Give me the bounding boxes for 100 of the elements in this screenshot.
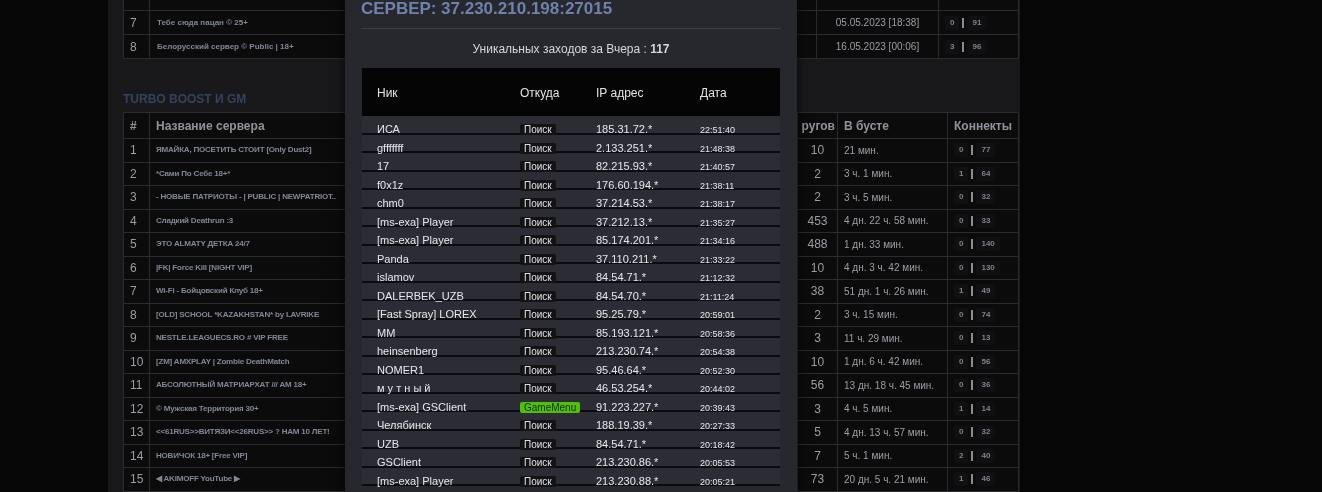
connect-count: 46	[976, 472, 996, 487]
connect-count: 0	[954, 331, 969, 346]
connect-count: 14	[976, 401, 996, 416]
player-nick: chm0	[377, 197, 404, 209]
player-nick: [ms-exa] Player	[377, 234, 454, 246]
source-tag: Поиск	[520, 327, 556, 339]
rounds-count: 73	[798, 468, 838, 492]
player-nick: DALERBEK_UZB	[377, 289, 464, 302]
rounds-count: 488	[798, 233, 838, 257]
visit-time: 20:05:53	[700, 458, 736, 468]
connect-count: 49	[976, 284, 996, 299]
ip-address: 213.230.86.*	[596, 456, 659, 468]
player-nick: Челябинск	[377, 419, 432, 431]
visit-time: 21:38:17	[700, 199, 736, 209]
ip-address: 188.19.39.*	[596, 419, 653, 431]
source-tag: Поиск	[520, 309, 556, 320]
connect-count: 1	[954, 284, 969, 299]
connect-count: 40	[976, 448, 996, 463]
connect-count: 2	[954, 448, 969, 463]
source-tag: Поиск	[520, 420, 556, 431]
visit-time: 21:33:22	[700, 254, 736, 265]
visit-time: 22:51:40	[700, 125, 736, 135]
column-header: Откуда	[520, 86, 560, 100]
visit-time: 21:35:27	[700, 217, 736, 228]
ip-address: 46.53.254.*	[596, 382, 653, 394]
player-nick: gfffffff	[377, 141, 404, 154]
row-number: 3	[124, 186, 150, 210]
source-tag: Поиск	[520, 253, 556, 265]
boost-duration: 21 мин.	[838, 139, 948, 163]
connect-count: 32	[976, 425, 996, 440]
boost-duration: 3 ч. 5 мин.	[838, 186, 948, 210]
connect-count: 0	[954, 425, 969, 440]
visit-time: 20:44:02	[700, 384, 736, 394]
visit-time: 20:27:33	[700, 421, 736, 431]
rounds-count: 10	[798, 139, 838, 163]
row-number: 13	[124, 421, 150, 445]
source-tag: Поиск	[520, 475, 556, 487]
boost-duration: 4 дн. 13 ч. 57 мин.	[838, 421, 948, 445]
ip-address: 95.46.64.*	[596, 363, 647, 376]
visit-time: 21:34:16	[700, 236, 736, 246]
source-tag: Поиск	[520, 364, 556, 376]
row-number: 5	[124, 233, 150, 257]
connect-count: 77	[976, 143, 996, 158]
ip-address: 185.31.72.*	[596, 123, 653, 135]
source-tag: Поиск	[520, 235, 556, 246]
connect-count: 0	[954, 237, 969, 252]
ip-address: 85.174.201.*	[596, 234, 659, 246]
visit-time: 21:40:57	[700, 162, 736, 172]
row-number: 9	[124, 327, 150, 351]
player-nick: islamov	[377, 271, 415, 283]
ip-address: 91.223.227.*	[596, 400, 659, 413]
column-header: Ник	[377, 86, 398, 100]
ip-address: 37.212.13.*	[596, 215, 653, 228]
player-nick: [ms-exa] GSClient	[377, 400, 467, 413]
ip-address: 84.54.71.*	[596, 271, 647, 283]
rounds-count: 2	[798, 186, 838, 210]
connect-count: 0	[945, 15, 960, 30]
date-text: 16.05.2023 [00:06]	[817, 35, 939, 59]
connect-count: 13	[976, 331, 996, 346]
source-tag: Поиск	[520, 216, 556, 228]
row-number: 7	[124, 280, 150, 304]
source-tag: GameMenu	[520, 401, 581, 413]
row-number: 1	[124, 139, 150, 163]
ip-address: 82.215.93.*	[596, 160, 653, 172]
connect-count: 96	[967, 39, 987, 54]
rounds-count: 56	[798, 374, 838, 398]
source-tag: Поиск	[520, 346, 556, 357]
source-tag: Поиск	[520, 124, 556, 135]
source-tag: Поиск	[520, 198, 556, 209]
boost-duration: 13 дн. 18 ч. 45 мин.	[838, 374, 948, 398]
source-tag: Поиск	[520, 383, 556, 394]
connect-count: 33	[976, 213, 996, 228]
source-tag: Поиск	[520, 179, 556, 191]
visit-time: 20:39:43	[700, 402, 736, 413]
source-tag: Поиск	[520, 161, 556, 172]
ip-address: 85.193.121.*	[596, 326, 659, 339]
boost-duration: 1 дн. 33 мин.	[838, 233, 948, 257]
connect-count: 1	[954, 472, 969, 487]
section-title: TURBO BOOST И GM	[123, 91, 247, 108]
visit-time: 21:11:24	[700, 291, 735, 302]
connect-count: 1	[954, 401, 969, 416]
visit-time: 20:05:21	[700, 476, 736, 487]
column-header: IP адрес	[596, 86, 644, 100]
ip-address: 84.54.70.*	[596, 289, 647, 302]
connect-count: 130	[976, 260, 1000, 275]
connect-count: 0	[954, 354, 969, 369]
connect-count: 32	[976, 190, 996, 205]
connect-count: 0	[954, 213, 969, 228]
connect-count: 1	[954, 166, 969, 181]
connect-count: 0	[954, 260, 969, 275]
boost-duration: 11 ч. 29 мин.	[838, 327, 948, 351]
connect-count: 0	[954, 307, 969, 322]
visit-time: 20:52:30	[700, 365, 736, 376]
rounds-count: 3	[798, 327, 838, 351]
rounds-count: 5	[798, 421, 838, 445]
player-nick: [ms-exa] Player	[377, 215, 454, 228]
connect-count: 91	[967, 15, 987, 30]
rounds-count: 38	[798, 280, 838, 304]
source-tag: Поиск	[520, 272, 556, 283]
visit-time: 20:59:01	[700, 310, 736, 320]
